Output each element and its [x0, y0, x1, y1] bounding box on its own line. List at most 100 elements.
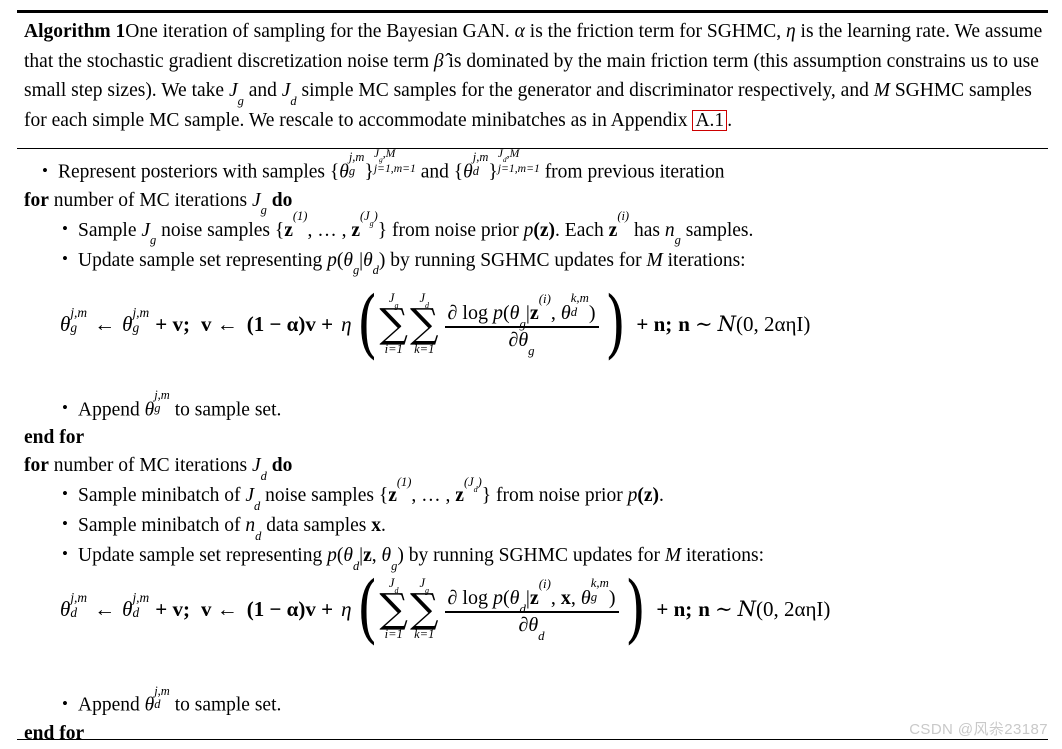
eq2-plus-v: + v;	[155, 596, 190, 621]
do-keyword-d: do	[271, 455, 293, 477]
ug-theta-g-sub: g	[352, 263, 360, 278]
eq1-arrow-1: ←	[94, 311, 116, 336]
sng-z2: z	[351, 219, 360, 241]
theta-d-symbol: θ	[463, 161, 473, 183]
ud-p: p	[327, 545, 337, 567]
for-keyword-g: for	[24, 189, 49, 211]
represent-g-limits: Jg,M j=1,m=1	[373, 146, 416, 175]
eq1-plus-v: + v;	[155, 311, 190, 336]
eq2-theta-rhs-scripts: j,m d	[132, 590, 150, 620]
for-d-var-sub: d	[260, 469, 267, 484]
ud-theta-d: θ	[343, 545, 353, 567]
snd-J-sub: d	[254, 499, 261, 514]
eq2-noise-var: n	[698, 596, 710, 621]
step-represent-posteriors: Represent posteriors with samples {θj,mg…	[24, 146, 1046, 187]
snd-c: , … ,	[411, 485, 456, 507]
sng-n: n	[664, 219, 675, 241]
step-update-discriminator: Update sample set representing p(θd|z, θ…	[24, 540, 1046, 574]
eq2-sum-inner: Jg ∑ k=1	[409, 576, 439, 641]
eq2-v-arrow: v ←	[200, 596, 238, 621]
sng-p: p	[523, 219, 534, 241]
snd-z2: z	[455, 485, 464, 507]
eq1-friction: (1 − α)v +	[246, 311, 334, 336]
alpha-symbol: α	[514, 21, 525, 42]
apd-a: Append	[78, 695, 145, 717]
caption-text-2b: is dominated by the main	[443, 50, 646, 72]
caption-text-5a: to accommodate minibatches as in Appendi…	[338, 109, 693, 131]
eq1-noise-var: n	[678, 311, 690, 336]
sng-a: Sample	[78, 219, 142, 241]
algorithm-body: Represent posteriors with samples {θj,mg…	[24, 146, 1046, 748]
eq1-normal-symbol: Ν	[717, 312, 736, 337]
ud-M: M	[664, 545, 682, 567]
for-g-var-sub: g	[260, 203, 267, 218]
sng-d: } from noise prior	[377, 219, 524, 241]
sdd-a: Sample minibatch of	[78, 515, 246, 537]
sdd-x: x	[371, 515, 382, 537]
step-sample-data-discriminator: Sample minibatch of nd data samples x.	[24, 510, 1046, 542]
sdd-c: .	[381, 515, 386, 537]
snd-b: noise samples {	[260, 485, 389, 507]
theta-g-symbol: θ	[339, 161, 349, 183]
caption-text-5b: .	[727, 109, 733, 131]
step-append-discriminator: Append θj,md to sample set.	[24, 683, 1046, 720]
eq2-theta-lhs: θ	[60, 596, 71, 621]
represent-text-a: Represent posteriors with samples	[58, 161, 330, 183]
ud-c: iterations:	[681, 545, 764, 567]
step-append-generator: Append θj,mg to sample set.	[24, 389, 1046, 425]
eq2-eta: η	[341, 596, 352, 621]
ug-a: Update sample set representing	[78, 249, 328, 271]
ud-theta-g: θ	[381, 545, 392, 567]
end-for-discriminator: end for	[24, 723, 85, 745]
M-symbol: M	[873, 80, 890, 101]
sng-z1: z	[284, 219, 293, 241]
apd-b: to sample set.	[169, 695, 282, 717]
algorithm-page: Algorithm 1One iteration of sampling for…	[0, 0, 1062, 749]
eq2-plus-noise: + n;	[656, 596, 693, 621]
eq2-gradient-fraction: ∂ log p(θd|z(i), x, θ k,m g) ∂θd	[444, 576, 619, 642]
csdn-watermark: CSDN @风尜23187	[909, 721, 1048, 738]
eq2-paren-close: )	[624, 565, 646, 652]
Jg-symbol: J	[228, 80, 238, 101]
sng-z3-sup: (i)	[617, 209, 630, 224]
ud-theta-g-sub: g	[391, 559, 398, 574]
do-keyword-g: do	[271, 189, 293, 211]
sng-pz: (z)	[533, 219, 556, 241]
represent-text-b: and	[415, 161, 454, 183]
caption-text-1b: is the friction term for SGHMC,	[524, 21, 786, 42]
snd-z1-sup: (1)	[396, 475, 412, 490]
eq2-normal-args: (0, 2αηI)	[755, 596, 831, 621]
sdd-n: n	[245, 515, 256, 537]
appendix-link[interactable]: A.1	[692, 109, 728, 132]
sng-f: has	[629, 219, 665, 241]
eq2-fraction-numerator: ∂ log p(θd|z(i), x, θ k,m g)	[447, 576, 616, 616]
apd-scripts: j,m d	[154, 683, 170, 712]
eq2-paren-open: (	[356, 565, 378, 652]
eq2-sum-outer: Jd ∑ i=1	[379, 576, 408, 641]
for-d-text: number of MC iterations	[48, 455, 252, 477]
step-update-generator: Update sample set representing p(θg|θd) …	[24, 245, 1046, 278]
sng-n-sub: g	[674, 233, 681, 248]
eq1-v-arrow: v ←	[200, 311, 238, 336]
apg-a: Append	[78, 399, 145, 421]
apd-theta: θ	[144, 695, 155, 717]
ug-b: by running SGHMC updates for	[385, 249, 647, 271]
sng-g: samples.	[680, 219, 754, 241]
caption-text-3b: and	[243, 80, 282, 101]
snd-p: p	[627, 485, 638, 507]
sng-J: J	[141, 219, 151, 241]
Jd-subscript: d	[290, 93, 297, 108]
equation-generator-update: θ j,m g ← θ j,m g + v; v ← (1 − α)v + η ( Jg…	[60, 286, 810, 360]
snd-e: .	[659, 485, 664, 507]
represent-d-limits: Jd,M j=1,m=1	[497, 146, 540, 175]
sng-c: , … ,	[307, 219, 352, 241]
eta-symbol: η	[785, 21, 796, 42]
apg-b: to sample set.	[169, 399, 282, 421]
eq2-theta-rhs: θ	[122, 596, 133, 621]
snd-z1: z	[388, 485, 397, 507]
sng-z2-sup: (Jg)	[359, 209, 378, 229]
equation-discriminator-update: θ j,m d ← θ j,m d + v; v ← (1 − α)v + η ( Jd…	[60, 565, 831, 652]
for-g-var: J	[252, 189, 261, 211]
eq1-theta-rhs-scripts: j,m g	[132, 305, 150, 335]
snd-pz: (z)	[637, 485, 660, 507]
